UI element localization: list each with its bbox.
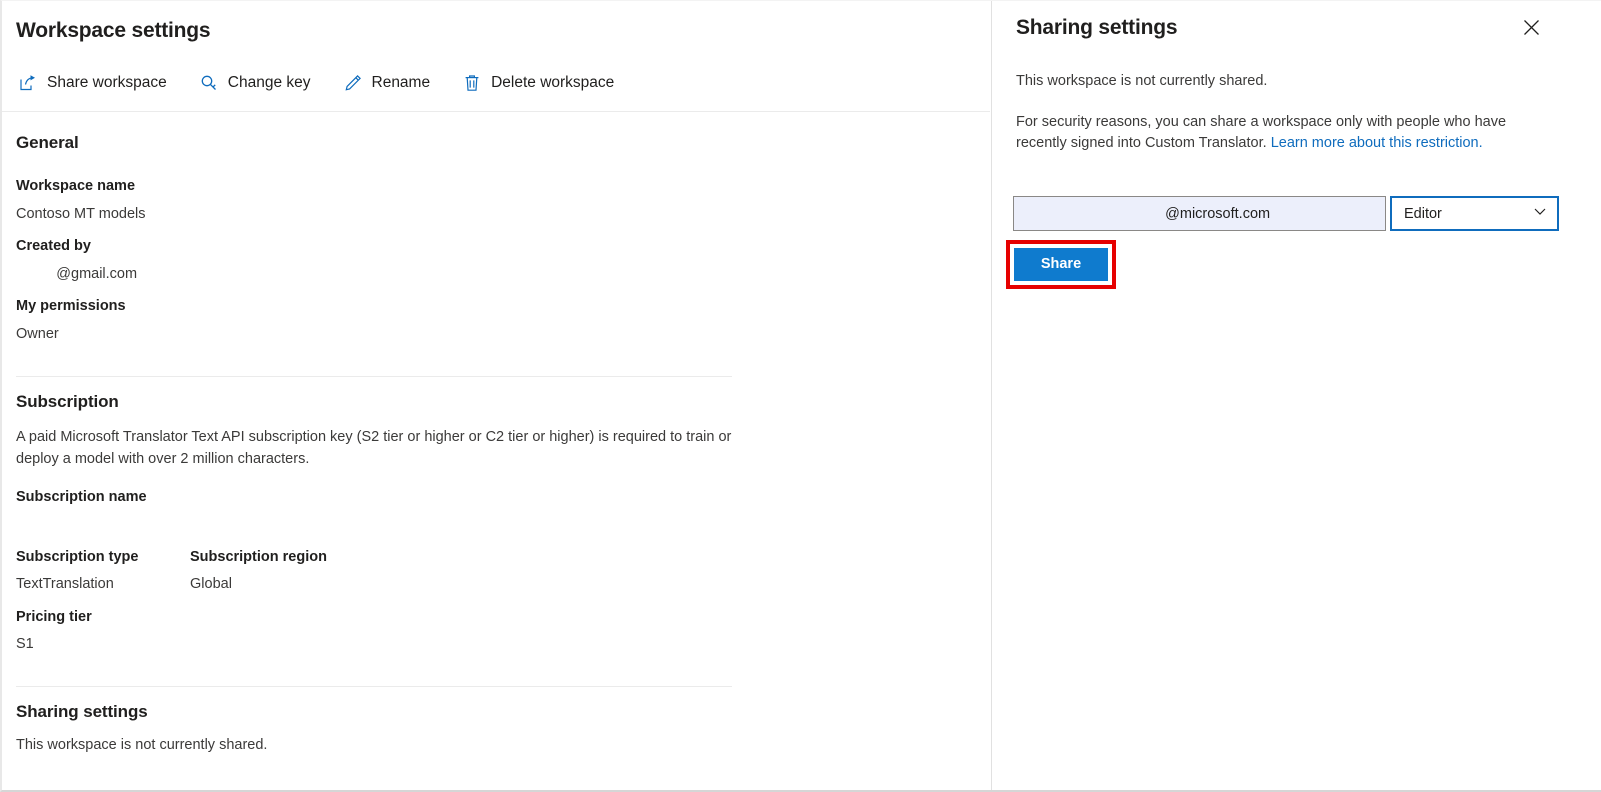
toolbar-divider: [2, 111, 990, 112]
my-permissions-label: My permissions: [16, 298, 126, 314]
general-heading: General: [16, 133, 79, 152]
subscription-description: A paid Microsoft Translator Text API sub…: [16, 429, 732, 467]
created-by-value: @gmail.com: [16, 266, 138, 282]
delete-workspace-label: Delete workspace: [491, 74, 615, 92]
workspace-settings-panel: Workspace settings Share workspace Chang…: [2, 1, 992, 790]
sharing-settings-flyout: Sharing settings This workspace is not c…: [994, 1, 1601, 790]
learn-more-link[interactable]: Learn more about this restriction.: [1271, 135, 1483, 151]
subscription-region-value: Global: [190, 576, 232, 592]
share-button-highlight: Share: [1006, 240, 1116, 289]
share-input-row: Editor: [1013, 196, 1559, 231]
share-workspace-button[interactable]: Share workspace: [14, 69, 181, 97]
workspace-name-label: Workspace name: [16, 178, 136, 194]
delete-workspace-button[interactable]: Delete workspace: [458, 69, 628, 97]
pricing-tier-label: Pricing tier: [16, 609, 92, 625]
pencil-icon: [343, 73, 363, 93]
subscription-divider: [16, 686, 732, 687]
sharing-settings-heading: Sharing settings: [16, 702, 148, 721]
sharing-settings-status: This workspace is not currently shared.: [16, 737, 268, 753]
share-email-input[interactable]: [1013, 196, 1386, 231]
share-icon: [18, 73, 38, 93]
my-permissions-value: Owner: [16, 326, 59, 342]
command-bar: Share workspace Change key Rename Delete…: [14, 69, 628, 97]
subscription-region-label: Subscription region: [190, 549, 327, 565]
share-button[interactable]: Share: [1014, 248, 1108, 281]
workspace-settings-screen: Workspace settings Share workspace Chang…: [0, 0, 1601, 792]
change-key-label: Change key: [227, 74, 311, 92]
pricing-tier-value: S1: [16, 636, 34, 652]
subscription-type-value: TextTranslation: [16, 576, 114, 592]
flyout-status-text: This workspace is not currently shared.: [1016, 73, 1268, 89]
general-divider: [16, 376, 732, 377]
close-button[interactable]: [1517, 16, 1545, 44]
trash-icon: [462, 73, 482, 93]
role-select-value: Editor: [1404, 205, 1442, 222]
rename-button[interactable]: Rename: [339, 69, 445, 97]
subscription-heading: Subscription: [16, 392, 119, 411]
subscription-type-label: Subscription type: [16, 549, 139, 565]
rename-label: Rename: [371, 74, 431, 92]
subscription-name-label: Subscription name: [16, 489, 147, 505]
created-by-label: Created by: [16, 238, 91, 254]
close-icon: [1523, 19, 1540, 41]
share-workspace-label: Share workspace: [47, 74, 167, 92]
workspace-name-value: Contoso MT models: [16, 206, 146, 222]
role-select[interactable]: Editor: [1390, 196, 1559, 231]
flyout-title: Sharing settings: [1016, 16, 1178, 39]
flyout-security-note: For security reasons, you can share a wo…: [1016, 112, 1524, 153]
key-icon: [199, 73, 219, 93]
page-title: Workspace settings: [16, 19, 211, 42]
chevron-down-icon: [1533, 204, 1547, 223]
change-key-button[interactable]: Change key: [195, 69, 325, 97]
